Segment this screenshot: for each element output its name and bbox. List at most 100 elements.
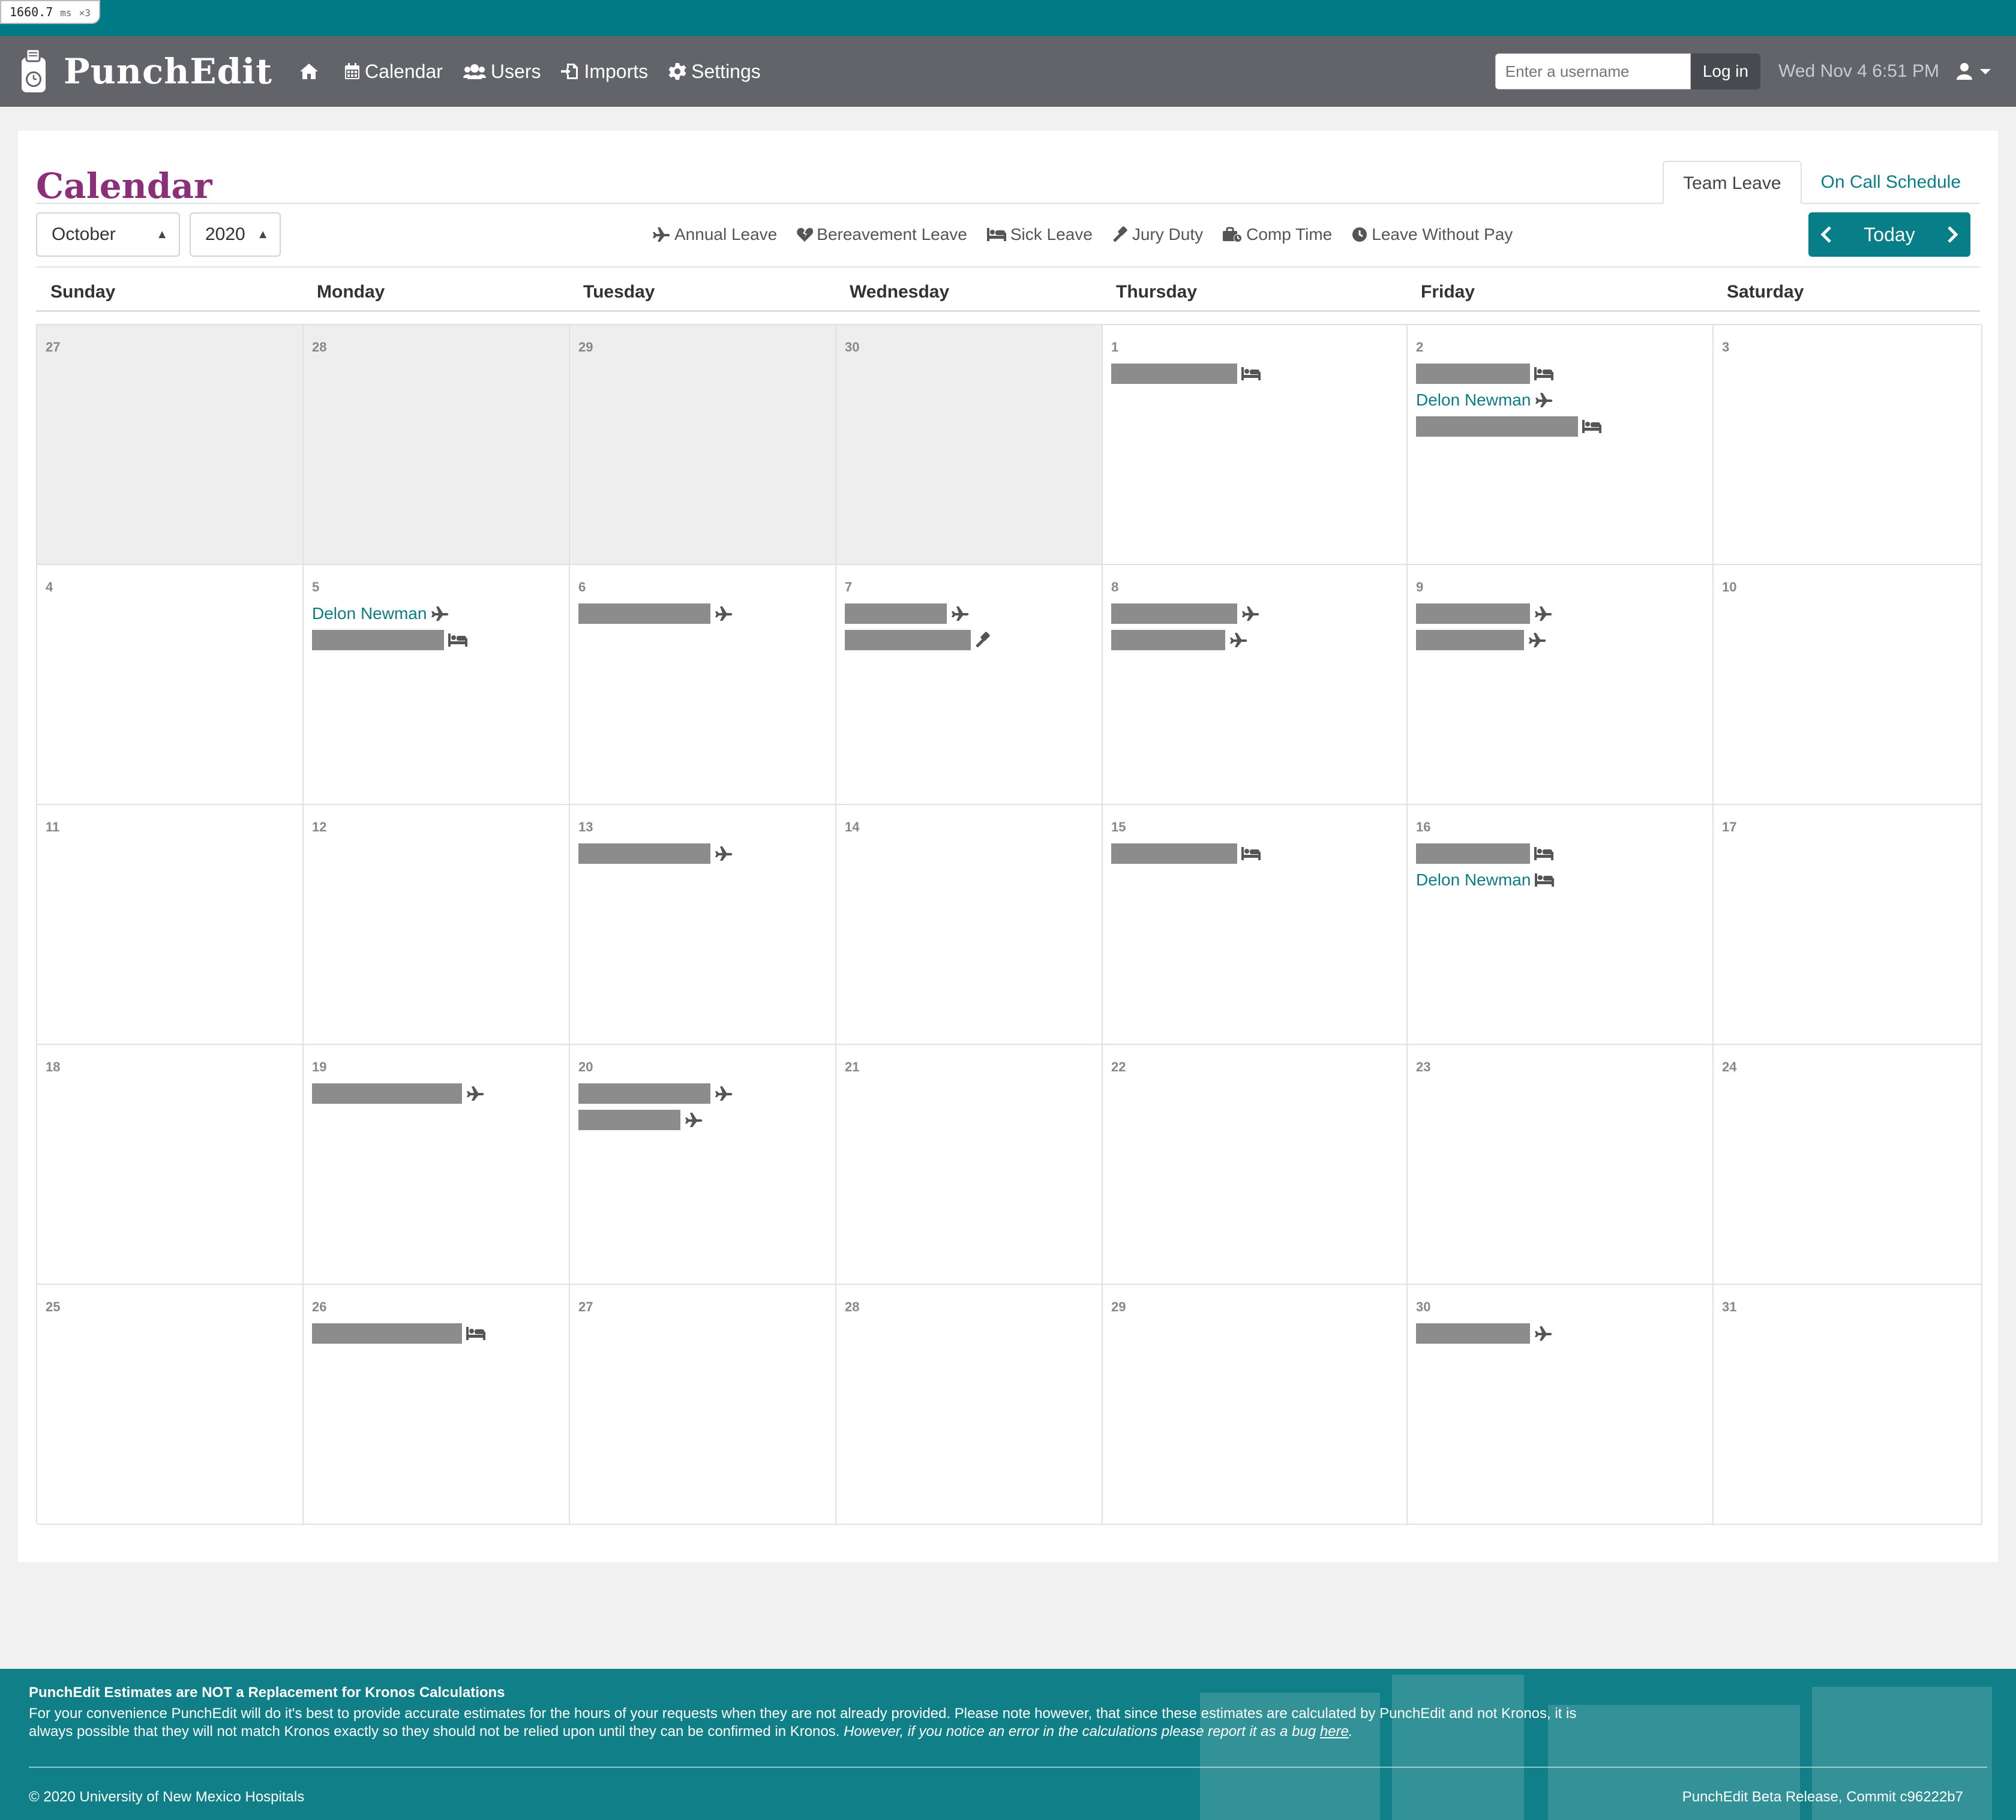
legend-bereavement-leave: Bereavement Leave bbox=[796, 225, 967, 244]
leave-event[interactable] bbox=[845, 630, 991, 650]
calendar-day-cell[interactable]: 29 bbox=[570, 325, 836, 565]
calendar-day-cell[interactable]: 24 bbox=[1714, 1045, 1982, 1285]
chevron-left-icon[interactable] bbox=[1820, 226, 1832, 244]
weekday-saturday: Saturday bbox=[1727, 282, 1804, 302]
tab-team-leave[interactable]: Team Leave bbox=[1663, 161, 1802, 204]
nav-settings[interactable]: Settings bbox=[668, 61, 761, 83]
calendar-day-cell[interactable]: 27 bbox=[570, 1285, 836, 1525]
brand[interactable]: PunchEdit bbox=[17, 48, 272, 95]
leave-event[interactable]: Delon Newman bbox=[1416, 870, 1555, 890]
bed-icon bbox=[1534, 367, 1553, 380]
calendar-day-cell[interactable]: 28 bbox=[304, 325, 570, 565]
bed-icon bbox=[1582, 420, 1601, 433]
leave-event[interactable] bbox=[1416, 1323, 1553, 1344]
calendar-day-cell[interactable]: 25 bbox=[37, 1285, 304, 1525]
day-number: 28 bbox=[312, 340, 327, 355]
leave-event[interactable] bbox=[1416, 603, 1553, 624]
calendar-day-cell[interactable]: 27 bbox=[37, 325, 304, 565]
leave-event[interactable] bbox=[1416, 364, 1554, 384]
calendar-day-cell[interactable]: 12 bbox=[304, 805, 570, 1045]
weekday-wednesday: Wednesday bbox=[850, 282, 950, 302]
leave-event[interactable] bbox=[578, 1083, 733, 1104]
calendar-day-cell[interactable]: 7 bbox=[836, 565, 1103, 805]
calendar-day-cell[interactable]: 8 bbox=[1103, 565, 1408, 805]
calendar-day-cell[interactable]: 23 bbox=[1408, 1045, 1714, 1285]
calendar-day-cell[interactable]: 30 bbox=[836, 325, 1103, 565]
leave-event[interactable] bbox=[312, 630, 468, 650]
calendar-day-cell[interactable]: 20 bbox=[570, 1045, 836, 1285]
tab-on-call-schedule[interactable]: On Call Schedule bbox=[1802, 161, 1980, 204]
leave-event[interactable] bbox=[845, 603, 970, 624]
calendar-day-cell[interactable]: 4 bbox=[37, 565, 304, 805]
calendar-day-cell[interactable]: 31 bbox=[1714, 1285, 1982, 1525]
bed-icon bbox=[1535, 873, 1555, 887]
leave-event[interactable] bbox=[312, 1323, 486, 1344]
calendar-day-cell[interactable]: 2 Delon Newman bbox=[1408, 325, 1714, 565]
nav-settings-label: Settings bbox=[691, 60, 761, 82]
calendar-day-cell[interactable]: 28 bbox=[836, 1285, 1103, 1525]
redacted-employee-name bbox=[1111, 630, 1225, 650]
username-input[interactable] bbox=[1495, 53, 1691, 89]
nav-users[interactable]: Users bbox=[463, 61, 541, 83]
year-select[interactable]: 2020 ▲︎ bbox=[190, 212, 281, 257]
calendar-day-cell[interactable]: 30 bbox=[1408, 1285, 1714, 1525]
calendar-day-cell[interactable]: 16 Delon Newman bbox=[1408, 805, 1714, 1045]
plane-icon bbox=[952, 606, 969, 621]
calendar-day-cell[interactable]: 11 bbox=[37, 805, 304, 1045]
calendar-day-cell[interactable]: 19 bbox=[304, 1045, 570, 1285]
redacted-employee-name bbox=[1416, 630, 1524, 650]
report-bug-link[interactable]: here bbox=[1320, 1723, 1349, 1740]
calendar-day-cell[interactable]: 14 bbox=[836, 805, 1103, 1045]
calendar-day-cell[interactable]: 15 bbox=[1103, 805, 1408, 1045]
leave-event[interactable] bbox=[312, 1083, 485, 1104]
leave-event[interactable] bbox=[578, 603, 733, 624]
bed-icon bbox=[1534, 847, 1553, 860]
nav-imports[interactable]: Imports bbox=[561, 61, 648, 83]
calendar-tabs: Team Leave On Call Schedule bbox=[1663, 161, 1980, 204]
calendar-day-cell[interactable]: 5 Delon Newman bbox=[304, 565, 570, 805]
leave-event[interactable] bbox=[1416, 843, 1554, 864]
calendar-day-cell[interactable]: 29 bbox=[1103, 1285, 1408, 1525]
current-datetime: Wed Nov 4 6:51 PM bbox=[1778, 61, 1939, 81]
plane-icon bbox=[1230, 633, 1247, 647]
day-number: 12 bbox=[312, 819, 327, 834]
calendar-day-cell[interactable]: 10 bbox=[1714, 565, 1982, 805]
legend-label: Bereavement Leave bbox=[817, 225, 967, 244]
leave-event[interactable] bbox=[1111, 630, 1248, 650]
calendar-day-cell[interactable]: 1 bbox=[1103, 325, 1408, 565]
day-number: 3 bbox=[1722, 340, 1730, 355]
broken-heart-icon bbox=[797, 228, 814, 242]
calendar-day-cell[interactable]: 6 bbox=[570, 565, 836, 805]
day-number: 10 bbox=[1722, 579, 1737, 594]
calendar-day-cell[interactable]: 17 bbox=[1714, 805, 1982, 1045]
calendar-day-cell[interactable]: 13 bbox=[570, 805, 836, 1045]
day-number: 16 bbox=[1416, 819, 1431, 834]
user-menu[interactable] bbox=[1956, 62, 1992, 80]
login-button[interactable]: Log in bbox=[1690, 53, 1761, 89]
leave-event[interactable] bbox=[1416, 630, 1547, 650]
nav-home[interactable] bbox=[299, 62, 324, 80]
month-select[interactable]: October ▲︎ bbox=[36, 212, 180, 257]
calendar-day-cell[interactable]: 21 bbox=[836, 1045, 1103, 1285]
calendar-day-cell[interactable]: 26 bbox=[304, 1285, 570, 1525]
chevron-right-icon[interactable] bbox=[1946, 226, 1958, 244]
leave-event[interactable] bbox=[1416, 416, 1602, 437]
plane-icon bbox=[1529, 633, 1546, 647]
leave-event[interactable]: Delon Newman bbox=[1416, 390, 1553, 410]
legend-label: Comp Time bbox=[1246, 225, 1333, 244]
today-button[interactable]: Today bbox=[1864, 224, 1915, 246]
bed-icon bbox=[986, 228, 1006, 241]
leave-event[interactable] bbox=[1111, 364, 1261, 384]
calendar-day-cell[interactable]: 22 bbox=[1103, 1045, 1408, 1285]
leave-event[interactable]: Delon Newman bbox=[312, 603, 449, 624]
plane-icon bbox=[1242, 606, 1259, 621]
calendar-day-cell[interactable]: 3 bbox=[1714, 325, 1982, 565]
calendar-day-cell[interactable]: 9 bbox=[1408, 565, 1714, 805]
day-number: 1 bbox=[1111, 340, 1119, 355]
leave-event[interactable] bbox=[1111, 603, 1260, 624]
leave-event[interactable] bbox=[578, 1110, 703, 1130]
nav-calendar[interactable]: Calendar bbox=[344, 61, 443, 83]
calendar-day-cell[interactable]: 18 bbox=[37, 1045, 304, 1285]
leave-event[interactable] bbox=[578, 843, 733, 864]
leave-event[interactable] bbox=[1111, 843, 1261, 864]
